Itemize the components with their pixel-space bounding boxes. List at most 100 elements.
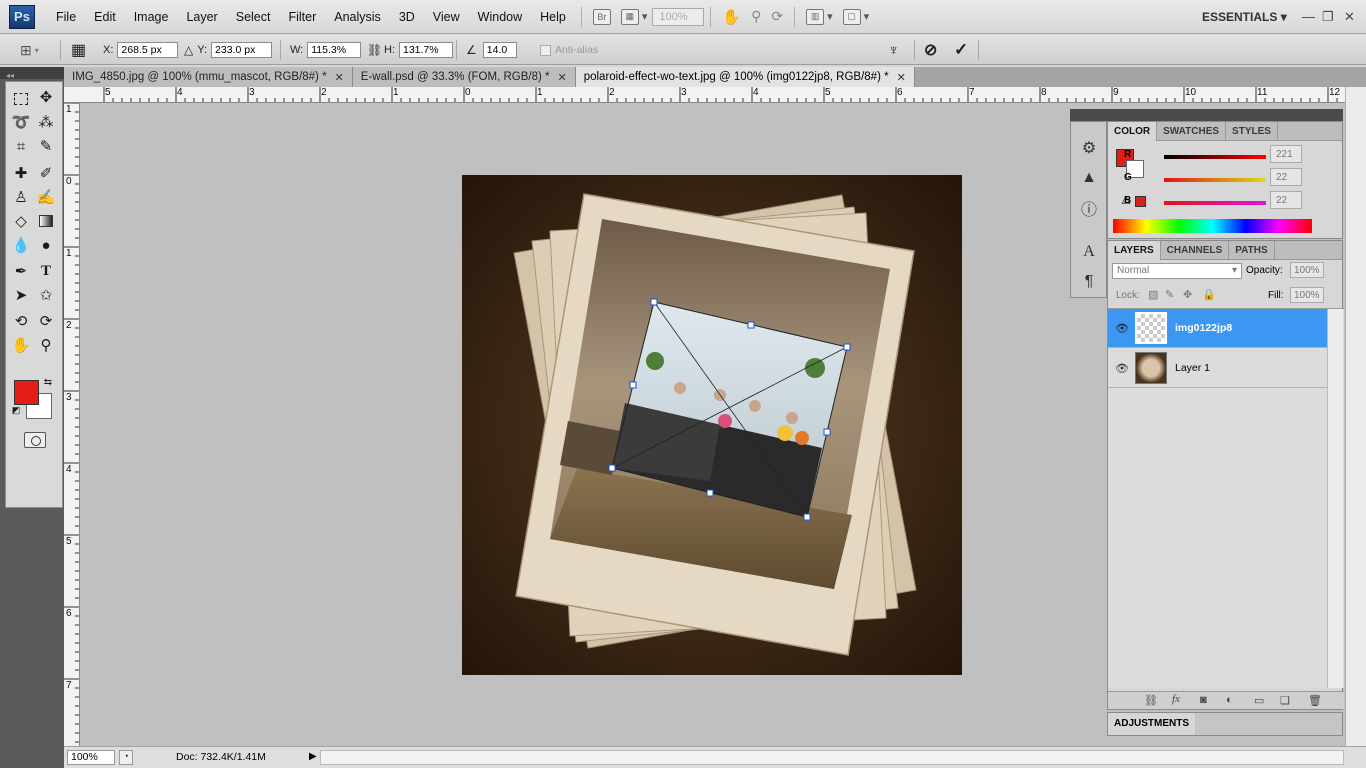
zoom-level-field[interactable]: 100% [652,7,705,26]
g-value-field[interactable]: 22 [1270,168,1302,186]
x-position-field[interactable] [117,42,179,58]
lock-transparent-icon[interactable]: ▧ [1148,288,1158,301]
visibility-eye-icon[interactable]: 👁 [1115,322,1129,335]
zoom-field[interactable]: 100% [67,750,115,765]
warp-mode-icon[interactable]: ♆ [888,35,899,65]
cancel-transform-icon[interactable]: ⊘ [924,35,937,65]
brush-tool-icon[interactable]: ✐ [35,162,57,184]
opacity-field[interactable]: 100% [1290,262,1324,278]
paragraph-icon[interactable]: ¶ [1079,272,1099,292]
swap-colors-icon[interactable]: ⇆ [41,375,55,389]
foreground-color-swatch-top[interactable] [14,380,39,405]
history-brush-tool-icon[interactable]: ✍ [35,186,57,208]
add-mask-icon[interactable]: ◙ [1200,694,1207,706]
tab-e-wall[interactable]: E-wall.psd @ 33.3% (FOM, RGB/8) * ✕ [352,67,576,87]
dodge-tool-icon[interactable]: ● [35,234,57,256]
tab-paths[interactable]: PATHS [1229,241,1275,260]
tab-swatches[interactable]: SWATCHES [1157,122,1227,141]
b-value-field[interactable]: 22 [1270,191,1302,209]
screen-mode-button[interactable]: ▢ ▾ [838,6,875,28]
height-field[interactable] [399,42,453,58]
visibility-eye-icon[interactable]: 👁 [1115,362,1129,375]
fill-field[interactable]: 100% [1290,287,1324,303]
restore-icon[interactable]: ❐ [1322,9,1334,25]
link-layers-icon[interactable]: ⛓ [1144,694,1158,707]
b-slider[interactable] [1164,201,1266,205]
menu-edit[interactable]: Edit [85,0,125,34]
status-info-icon[interactable]: ◔ [119,750,133,765]
hand-tool-icon[interactable]: ✋ [10,334,32,356]
clone-stamp-tool-icon[interactable]: ♙ [10,186,32,208]
adjustments-tab[interactable]: ADJUSTMENTS [1108,713,1196,735]
move-tool-icon[interactable]: ✥ [35,86,57,108]
custom-shape-tool-icon[interactable]: ✩ [35,284,57,306]
color-spectrum[interactable] [1113,219,1312,233]
path-selection-tool-icon[interactable]: ➤ [10,284,32,306]
r-slider[interactable] [1164,155,1266,159]
marquee-tool-icon[interactable] [10,88,32,110]
gradient-tool-icon[interactable] [35,210,57,232]
menu-window[interactable]: Window [469,0,531,34]
menu-3d[interactable]: 3D [390,0,424,34]
layers-scrollbar[interactable] [1327,309,1343,688]
quick-mask-icon[interactable] [24,432,46,448]
eyedropper-tool-icon[interactable]: ✎ [35,135,57,157]
healing-brush-tool-icon[interactable]: ✚ [10,162,32,184]
horizontal-ruler[interactable]: 5 4 3 2 1 0 1 2 3 4 5 6 7 8 9 10 11 12 [64,87,1345,103]
lock-all-icon[interactable]: 🔒 [1202,288,1216,301]
r-value-field[interactable]: 221 [1270,145,1302,163]
tab-img-4850[interactable]: IMG_4850.jpg @ 100% (mmu_mascot, RGB/8#)… [64,67,353,87]
zoom-tool-icon[interactable]: ⚲ [35,334,57,356]
delete-layer-icon[interactable]: 🗑 [1308,694,1322,707]
3d-orbit-tool-icon[interactable]: ⟳ [35,310,57,332]
status-menu-arrow[interactable]: ▶ [309,751,317,762]
new-layer-icon[interactable]: ❏ [1280,694,1290,707]
antialias-checkbox[interactable] [540,44,551,56]
blur-tool-icon[interactable]: 💧 [10,234,32,256]
default-colors-icon[interactable]: ◩ [10,404,22,416]
tab-color[interactable]: COLOR [1108,122,1158,141]
menu-file[interactable]: File [47,0,85,34]
relative-position-icon[interactable]: △ [184,43,193,57]
crop-tool-icon[interactable]: ⌗ [10,135,32,157]
magic-wand-tool-icon[interactable]: ⁂ [35,111,57,133]
menu-help[interactable]: Help [531,0,575,34]
horizontal-scrollbar[interactable] [320,750,1344,765]
layer-1[interactable]: 👁 Layer 1 [1108,349,1327,388]
rotate-view-button[interactable]: ⟳ [766,6,788,28]
eraser-tool-icon[interactable]: ◇ [10,210,32,232]
new-group-icon[interactable]: ▭ [1254,694,1264,707]
tab-channels[interactable]: CHANNELS [1161,241,1230,260]
reference-point-icon[interactable]: ▦ [71,35,86,65]
pen-tool-icon[interactable]: ✒ [10,260,32,282]
adjustment-layer-icon[interactable]: ◐ [1226,694,1233,706]
tab-layers[interactable]: LAYERS [1108,241,1161,260]
lasso-tool-icon[interactable]: ➰ [10,111,32,133]
vertical-ruler[interactable]: 1 0 1 2 3 4 5 6 7 [64,103,80,746]
menu-image[interactable]: Image [125,0,178,34]
close-icon[interactable]: ✕ [1344,9,1355,25]
link-proportions-icon[interactable]: ⛓ [367,35,382,65]
g-slider[interactable] [1164,178,1266,182]
menu-analysis[interactable]: Analysis [325,0,390,34]
view-extras-button[interactable]: ▦ ▾ [616,6,653,28]
menu-layer[interactable]: Layer [177,0,226,34]
blend-mode-select[interactable]: Normal ▾ [1112,263,1242,279]
info-icon[interactable]: ⓘ [1079,198,1099,219]
close-tab-icon[interactable]: ✕ [557,71,566,84]
rotation-angle-field[interactable] [482,42,517,58]
tab-polaroid-effect[interactable]: polaroid-effect-wo-text.jpg @ 100% (img0… [575,67,915,87]
close-tab-icon[interactable]: ✕ [897,71,906,84]
character-icon[interactable]: A [1079,242,1099,262]
close-tab-icon[interactable]: ✕ [335,71,344,84]
tools-panel-header[interactable]: ◂◂ [0,67,64,80]
vertical-scrollbar[interactable] [1345,87,1366,746]
minimize-icon[interactable]: — [1302,9,1315,24]
type-tool-icon[interactable]: T [35,260,57,282]
layer-style-icon[interactable]: fx [1172,693,1180,705]
menu-filter[interactable]: Filter [279,0,325,34]
navigator-icon[interactable]: ⚙ [1079,138,1099,158]
histogram-icon[interactable]: ▲ [1079,168,1099,188]
layer-img0122jp8[interactable]: 👁 img0122jp8 [1108,309,1327,348]
width-field[interactable] [307,42,362,58]
